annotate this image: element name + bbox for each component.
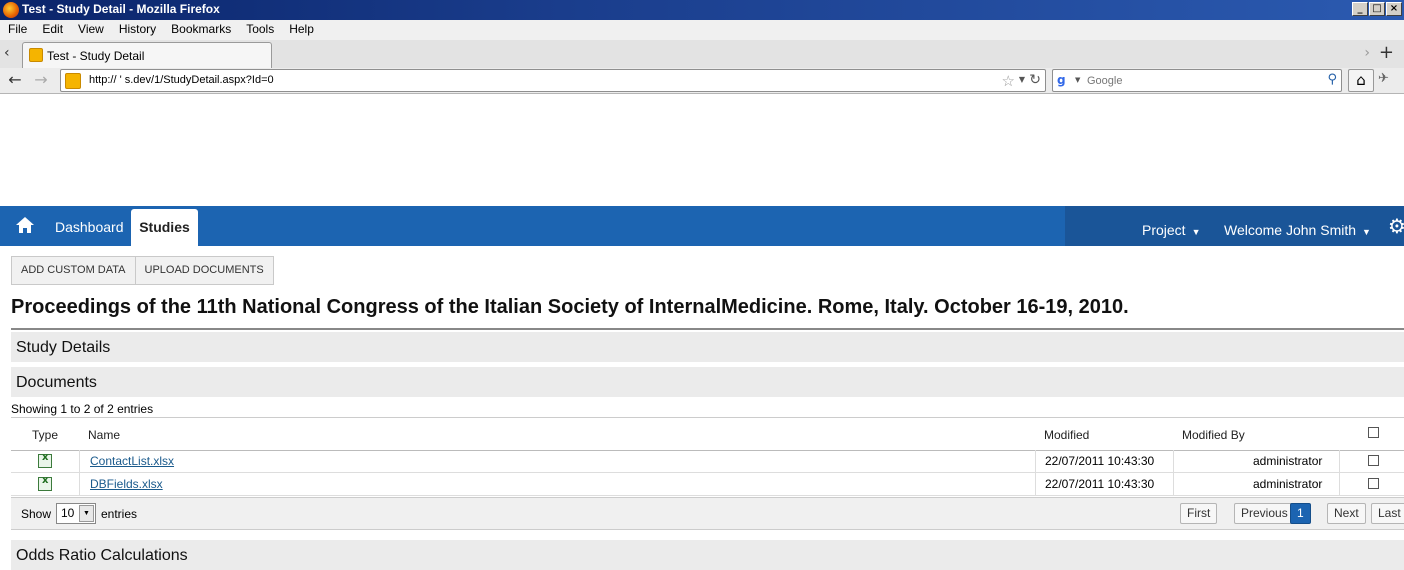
search-bar[interactable]: g ▼ Google ⚲ bbox=[1052, 69, 1342, 92]
row-checkbox[interactable] bbox=[1368, 455, 1379, 466]
window-titlebar: Test - Study Detail - Mozilla Firefox _ … bbox=[0, 0, 1404, 20]
home-button[interactable]: ⌂ bbox=[1348, 69, 1374, 92]
col-type-header[interactable]: Type bbox=[32, 428, 58, 442]
add-custom-data-button[interactable]: ADD CUSTOM DATA bbox=[12, 257, 136, 284]
excel-file-icon bbox=[38, 475, 52, 491]
cell-divider bbox=[79, 450, 80, 473]
google-icon[interactable]: g bbox=[1057, 73, 1073, 89]
entries-label: entries bbox=[101, 507, 138, 521]
file-link-contactlist[interactable]: ContactList.xlsx bbox=[90, 454, 174, 468]
cell-divider bbox=[1339, 473, 1340, 496]
tab-scroll-right-icon[interactable]: › bbox=[1364, 45, 1370, 61]
chevron-down-icon: ▼ bbox=[1362, 227, 1371, 237]
address-bar[interactable]: http:// ' s.dev/1/StudyDetail.aspx?Id=0 … bbox=[60, 69, 1046, 92]
table-header-row: Type Name Modified Modified By bbox=[11, 418, 1404, 451]
col-modified-by-header[interactable]: Modified By bbox=[1182, 428, 1245, 442]
section-documents[interactable]: Documents bbox=[11, 367, 1404, 397]
tab-label: Test - Study Detail bbox=[47, 49, 145, 63]
gear-icon[interactable]: ⚙ bbox=[1388, 216, 1404, 236]
url-text[interactable]: http:// ' s.dev/1/StudyDetail.aspx?Id=0 bbox=[89, 74, 274, 86]
minimize-button[interactable]: _ bbox=[1352, 2, 1368, 16]
firefox-logo-icon bbox=[3, 2, 19, 18]
cell-divider bbox=[79, 473, 80, 496]
addon-icon[interactable]: ✈ bbox=[1378, 71, 1402, 91]
nav-studies[interactable]: Studies bbox=[131, 209, 198, 246]
pager-previous-button[interactable]: Previous bbox=[1234, 503, 1295, 524]
pager-page-1-button[interactable]: 1 bbox=[1290, 503, 1311, 524]
menu-edit[interactable]: Edit bbox=[34, 20, 70, 40]
menu-help[interactable]: Help bbox=[281, 20, 321, 40]
pager-last-button[interactable]: Last bbox=[1371, 503, 1404, 524]
upload-documents-button[interactable]: UPLOAD DOCUMENTS bbox=[136, 257, 273, 284]
cell-divider bbox=[1035, 473, 1036, 496]
navigation-toolbar: ← → http:// ' s.dev/1/StudyDetail.aspx?I… bbox=[0, 68, 1404, 94]
nav-project[interactable]: Project ▼ bbox=[1142, 222, 1201, 238]
cell-divider bbox=[1173, 450, 1174, 473]
menu-bookmarks[interactable]: Bookmarks bbox=[163, 20, 238, 40]
url-dropdown-icon[interactable]: ▼ bbox=[1019, 75, 1025, 84]
page-size-value: 10 bbox=[61, 506, 75, 520]
col-modified-header[interactable]: Modified bbox=[1044, 428, 1089, 442]
cell-divider bbox=[1339, 450, 1340, 473]
menu-view[interactable]: View bbox=[70, 20, 111, 40]
cell-modified: 22/07/2011 10:43:30 bbox=[1045, 477, 1155, 491]
app-navbar: Dashboard Studies Project ▼ Welcome John … bbox=[0, 206, 1404, 246]
maximize-button[interactable]: □ bbox=[1369, 2, 1385, 16]
row-checkbox[interactable] bbox=[1368, 478, 1379, 489]
window-title: Test - Study Detail - Mozilla Firefox bbox=[22, 2, 220, 16]
pager-first-button[interactable]: First bbox=[1180, 503, 1218, 524]
welcome-label: Welcome John Smith bbox=[1224, 222, 1357, 238]
favicon-icon bbox=[29, 48, 43, 62]
page-title: Proceedings of the 11th National Congres… bbox=[11, 296, 1129, 318]
cell-divider bbox=[1173, 473, 1174, 496]
table-row: ContactList.xlsx 22/07/2011 10:43:30 adm… bbox=[11, 450, 1404, 473]
excel-file-icon bbox=[38, 452, 52, 468]
tab-test-study-detail[interactable]: Test - Study Detail bbox=[22, 42, 272, 68]
dropdown-arrow-icon[interactable]: ▼ bbox=[79, 505, 94, 522]
table-row: DBFields.xlsx 22/07/2011 10:43:30 admini… bbox=[11, 473, 1404, 496]
cell-modified-by: administrator bbox=[1253, 477, 1323, 491]
chevron-down-icon: ▼ bbox=[1191, 227, 1201, 237]
site-identity-icon[interactable] bbox=[65, 73, 81, 89]
home-icon[interactable] bbox=[14, 214, 36, 236]
forward-arrow-icon[interactable]: → bbox=[30, 70, 52, 92]
engine-dropdown-icon[interactable]: ▼ bbox=[1075, 76, 1080, 84]
menubar: File Edit View History Bookmarks Tools H… bbox=[0, 20, 1404, 40]
file-link-dbfields[interactable]: DBFields.xlsx bbox=[90, 477, 163, 491]
new-tab-icon[interactable]: + bbox=[1379, 42, 1394, 63]
cell-divider bbox=[1035, 450, 1036, 473]
reload-icon[interactable]: ↻ bbox=[1029, 72, 1041, 88]
page-size-select[interactable]: 10 ▼ bbox=[56, 503, 96, 524]
nav-dashboard[interactable]: Dashboard bbox=[55, 219, 124, 235]
search-placeholder[interactable]: Google bbox=[1087, 75, 1122, 87]
window-controls: _ □ × bbox=[1352, 2, 1402, 16]
menu-history[interactable]: History bbox=[111, 20, 163, 40]
documents-table: Type Name Modified Modified By bbox=[11, 417, 1404, 451]
nav-welcome-user[interactable]: Welcome John Smith ▼ bbox=[1224, 222, 1371, 238]
tab-scroll-left-icon[interactable]: ‹ bbox=[4, 45, 10, 61]
cell-modified-by: administrator bbox=[1253, 454, 1323, 468]
title-divider bbox=[11, 328, 1404, 330]
nav-project-label: Project bbox=[1142, 222, 1186, 238]
show-label: Show bbox=[21, 507, 52, 521]
table-info: Showing 1 to 2 of 2 entries bbox=[11, 402, 154, 416]
back-arrow-icon[interactable]: ← bbox=[4, 70, 26, 92]
search-icon[interactable]: ⚲ bbox=[1327, 72, 1337, 87]
section-study-details[interactable]: Study Details bbox=[11, 332, 1404, 362]
menu-tools[interactable]: Tools bbox=[238, 20, 281, 40]
pager-next-button[interactable]: Next bbox=[1327, 503, 1366, 524]
tab-strip: ‹ Test - Study Detail › + bbox=[0, 40, 1404, 68]
bookmark-star-icon[interactable]: ☆ bbox=[1002, 72, 1015, 90]
menu-file[interactable]: File bbox=[0, 20, 34, 40]
select-all-checkbox[interactable] bbox=[1368, 427, 1379, 438]
table-footer: Show 10 ▼ entries First Previous 1 Next … bbox=[11, 497, 1404, 530]
action-toolbar: ADD CUSTOM DATA UPLOAD DOCUMENTS bbox=[11, 256, 274, 285]
cell-modified: 22/07/2011 10:43:30 bbox=[1045, 454, 1155, 468]
section-odds-ratio[interactable]: Odds Ratio Calculations bbox=[11, 540, 1404, 570]
close-button[interactable]: × bbox=[1386, 2, 1402, 16]
col-name-header[interactable]: Name bbox=[88, 428, 120, 442]
